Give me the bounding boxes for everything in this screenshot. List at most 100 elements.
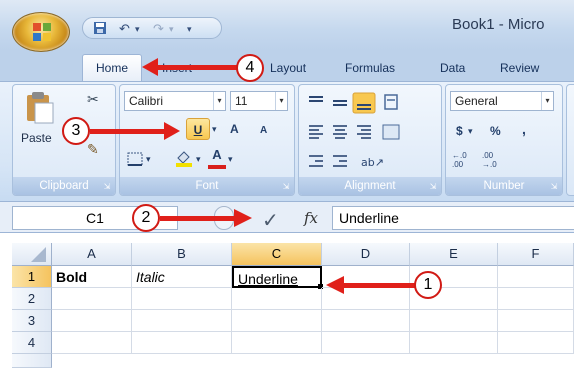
window-title: Book1 - Micro bbox=[452, 16, 545, 33]
fill-color-dropdown-icon[interactable]: ▾ bbox=[196, 151, 201, 167]
font-color-dropdown-icon[interactable]: ▾ bbox=[228, 151, 233, 167]
vertical-align-buttons bbox=[305, 91, 435, 115]
cell-b2[interactable] bbox=[132, 288, 232, 310]
cell-c4[interactable] bbox=[232, 332, 322, 354]
font-name-dropdown-icon[interactable]: ▾ bbox=[213, 92, 225, 110]
customize-qat-icon[interactable]: ▾ bbox=[187, 21, 192, 37]
column-header-a[interactable]: A bbox=[52, 243, 132, 266]
clipboard-group-label: Clipboard bbox=[13, 177, 115, 195]
number-launcher-icon[interactable]: ⇲ bbox=[549, 182, 559, 192]
column-header-c[interactable]: C bbox=[232, 243, 322, 266]
cell-f4[interactable] bbox=[498, 332, 574, 354]
cell-e3[interactable] bbox=[410, 310, 498, 332]
redo-icon[interactable]: ↷ bbox=[153, 21, 164, 37]
formula-input[interactable]: Underline bbox=[332, 206, 574, 230]
tab-data[interactable]: Data bbox=[440, 56, 465, 80]
styles-group-partial bbox=[566, 84, 574, 196]
callout-2-arrowhead bbox=[234, 209, 252, 227]
underline-button[interactable]: U bbox=[186, 118, 210, 140]
column-header-f[interactable]: F bbox=[498, 243, 574, 266]
number-format-value: General bbox=[455, 94, 498, 108]
number-format-select[interactable]: General ▾ bbox=[450, 91, 554, 111]
cell-a4[interactable] bbox=[52, 332, 132, 354]
column-header-b[interactable]: B bbox=[132, 243, 232, 266]
grow-font-button[interactable]: A bbox=[230, 121, 239, 137]
cell-e4[interactable] bbox=[410, 332, 498, 354]
tab-formulas[interactable]: Formulas bbox=[345, 56, 395, 80]
comma-button[interactable]: , bbox=[522, 121, 526, 137]
row-header-5[interactable] bbox=[12, 354, 52, 368]
font-launcher-icon[interactable]: ⇲ bbox=[281, 182, 291, 192]
callout-2-arrow bbox=[160, 216, 234, 221]
clipboard-group: Paste ✂ ✎ Clipboard ⇲ bbox=[12, 84, 116, 196]
borders-dropdown-icon[interactable]: ▾ bbox=[146, 151, 151, 167]
cell-a3[interactable] bbox=[52, 310, 132, 332]
row-header-3[interactable]: 3 bbox=[12, 310, 52, 332]
enter-checkmark-icon[interactable]: ✓ bbox=[262, 208, 279, 233]
svg-text:ab↗: ab↗ bbox=[361, 156, 384, 169]
shrink-font-button[interactable]: A bbox=[260, 123, 267, 139]
cell-f2[interactable] bbox=[498, 288, 574, 310]
callout-1-arrow bbox=[342, 283, 416, 288]
office-button[interactable] bbox=[12, 12, 70, 52]
column-header-e[interactable]: E bbox=[410, 243, 498, 266]
undo-icon[interactable]: ↶ bbox=[119, 21, 130, 37]
function-icon[interactable]: fx bbox=[304, 209, 318, 227]
row-header-1[interactable]: 1 bbox=[12, 266, 52, 288]
font-size-value: 11 bbox=[235, 94, 248, 108]
callout-3-arrowhead bbox=[164, 122, 180, 140]
font-name-value: Calibri bbox=[129, 94, 164, 108]
clipboard-launcher-icon[interactable]: ⇲ bbox=[102, 182, 112, 192]
font-group-label: Font bbox=[120, 177, 294, 195]
cell-d4[interactable] bbox=[322, 332, 410, 354]
decrease-decimal-button[interactable]: .00 →.0 bbox=[482, 151, 512, 169]
fill-color-icon[interactable] bbox=[174, 149, 194, 167]
number-format-dropdown-icon[interactable]: ▾ bbox=[541, 92, 553, 110]
callout-2: 2 bbox=[132, 204, 160, 232]
quick-access-toolbar: ↶ ▾ ↷ ▾ ▾ bbox=[82, 17, 222, 39]
redo-dropdown-icon[interactable]: ▾ bbox=[169, 21, 174, 37]
font-size-dropdown-icon[interactable]: ▾ bbox=[275, 92, 287, 110]
cell-b3[interactable] bbox=[132, 310, 232, 332]
cell-a1[interactable]: Bold bbox=[52, 266, 132, 288]
callout-1: 1 bbox=[414, 271, 442, 299]
cell-a2[interactable] bbox=[52, 288, 132, 310]
horizontal-align-buttons bbox=[305, 121, 435, 145]
cell-f1[interactable] bbox=[498, 266, 574, 288]
underline-dropdown-icon[interactable]: ▾ bbox=[212, 121, 217, 137]
font-size-select[interactable]: 11 ▾ bbox=[230, 91, 288, 111]
undo-dropdown-icon[interactable]: ▾ bbox=[135, 21, 140, 37]
tab-review[interactable]: Review bbox=[500, 56, 539, 80]
font-color-button[interactable]: A bbox=[208, 147, 226, 169]
alignment-launcher-icon[interactable]: ⇲ bbox=[428, 182, 438, 192]
tab-page-layout[interactable]: Layout bbox=[270, 56, 306, 80]
indent-orientation-buttons: ab↗ bbox=[305, 151, 435, 173]
cell-d3[interactable] bbox=[322, 310, 410, 332]
office-button-icon bbox=[33, 23, 51, 41]
callout-4-arrow bbox=[156, 65, 238, 70]
cell-c2[interactable] bbox=[232, 288, 322, 310]
cell-c1[interactable]: Underline bbox=[232, 266, 322, 288]
column-header-d[interactable]: D bbox=[322, 243, 410, 266]
row-header-2[interactable]: 2 bbox=[12, 288, 52, 310]
cut-icon[interactable]: ✂ bbox=[87, 91, 99, 108]
paste-button-label[interactable]: Paste bbox=[21, 131, 52, 145]
cell-b1[interactable]: Italic bbox=[132, 266, 232, 288]
cell-f3[interactable] bbox=[498, 310, 574, 332]
cell-b4[interactable] bbox=[132, 332, 232, 354]
font-name-select[interactable]: Calibri ▾ bbox=[124, 91, 226, 111]
cell-c3[interactable] bbox=[232, 310, 322, 332]
currency-dropdown-icon[interactable]: ▾ bbox=[468, 123, 473, 139]
alignment-group-label: Alignment bbox=[299, 177, 441, 195]
tab-home[interactable]: Home bbox=[82, 54, 142, 82]
save-icon[interactable] bbox=[93, 21, 107, 37]
borders-icon[interactable] bbox=[126, 151, 144, 167]
row-header-4[interactable]: 4 bbox=[12, 332, 52, 354]
paste-icon[interactable] bbox=[21, 89, 57, 125]
increase-decimal-button[interactable]: ←.0.00 bbox=[452, 151, 482, 169]
select-all-corner[interactable] bbox=[12, 243, 52, 266]
font-group: Calibri ▾ 11 ▾ U ▾ A A ▾ ▾ A ▾ Font ⇲ bbox=[119, 84, 295, 196]
currency-button[interactable]: $ bbox=[456, 123, 463, 139]
percent-button[interactable]: % bbox=[490, 123, 501, 139]
format-painter-icon[interactable]: ✎ bbox=[87, 141, 99, 158]
